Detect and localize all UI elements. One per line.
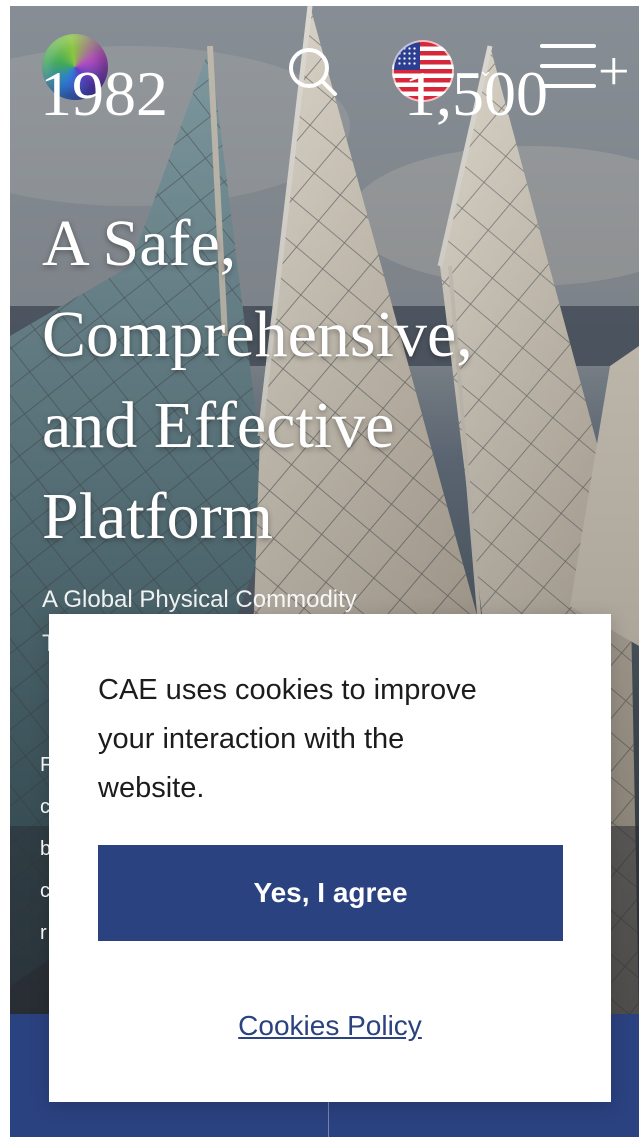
- menu-line-icon: [540, 64, 596, 68]
- cookies-policy-link[interactable]: Cookies Policy: [49, 1010, 611, 1042]
- cookie-message: CAE uses cookies to improve your interac…: [98, 666, 568, 813]
- hero-title: A Safe, Comprehensive, and Effective Pla…: [42, 198, 602, 562]
- hero-title-line: and Effective: [42, 389, 395, 462]
- search-button[interactable]: [285, 44, 339, 98]
- search-icon: [289, 48, 337, 96]
- hero-title-line: A Safe,: [42, 207, 237, 280]
- hero-title-line: Platform: [42, 480, 273, 553]
- menu-line-icon: [540, 44, 596, 48]
- stat-plus-sign: +: [598, 41, 630, 103]
- hamburger-menu-button[interactable]: [540, 44, 596, 90]
- stat-value-count: 1,500: [404, 58, 548, 129]
- cookie-consent-modal: CAE uses cookies to improve your interac…: [49, 614, 611, 1102]
- cookie-message-line: CAE uses cookies to improve: [98, 674, 477, 706]
- cookie-message-line: your interaction with the: [98, 723, 405, 755]
- menu-line-icon: [540, 84, 596, 88]
- hero-title-line: Comprehensive,: [42, 298, 473, 371]
- agree-cookies-button[interactable]: Yes, I agree: [98, 845, 563, 941]
- app-screen: ⌄ A Safe, Comprehensive, and Effective P…: [0, 0, 639, 1137]
- stat-value-founded: 1982: [40, 58, 168, 129]
- cookie-message-line: website.: [98, 772, 205, 804]
